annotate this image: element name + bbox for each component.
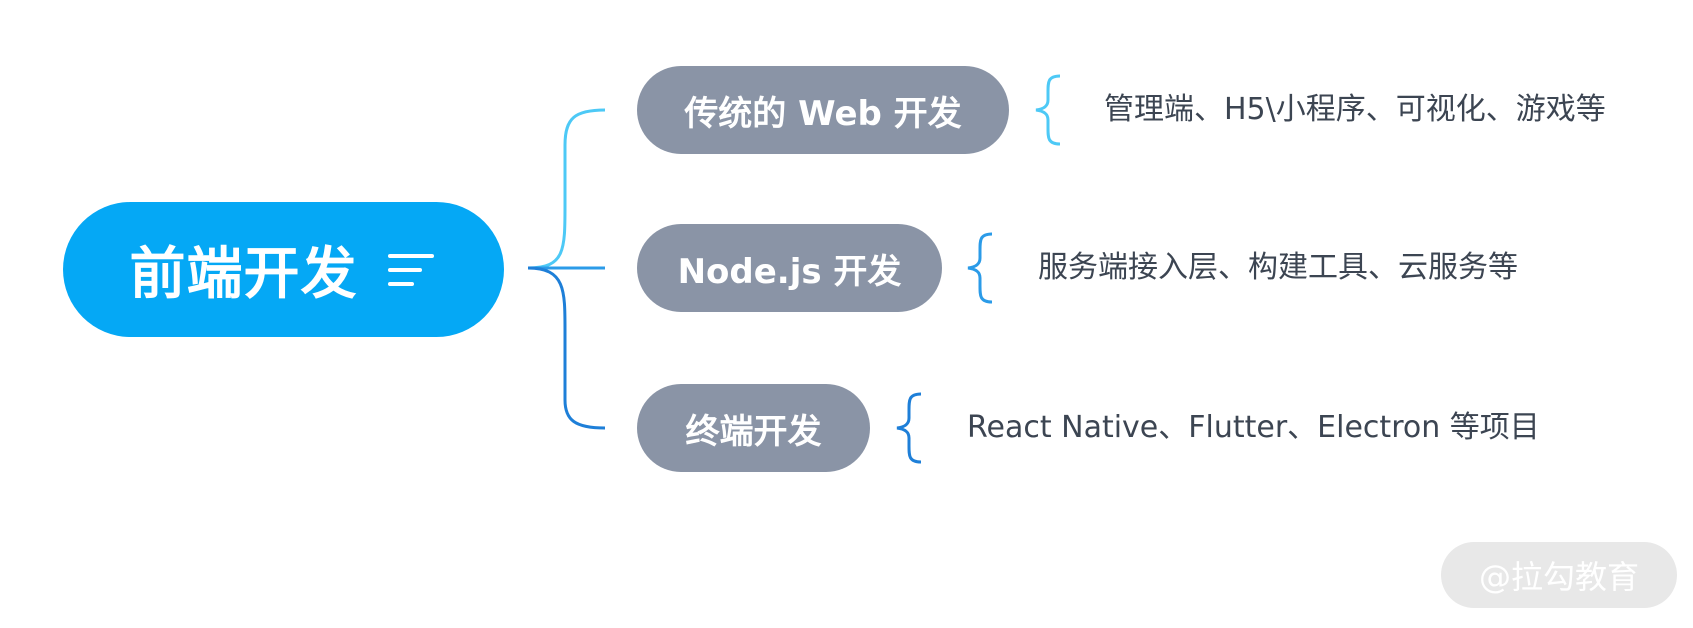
branch-node[interactable]: Node.js 开发 — [637, 224, 942, 312]
connector-line-terminal — [527, 266, 606, 430]
detail-node: 服务端接入层、构建工具、云服务等 — [1038, 250, 1518, 285]
brace-terminal — [896, 392, 922, 464]
connector-line-web — [527, 108, 606, 270]
root-title: 前端开发 — [129, 242, 358, 307]
detail-terminal: React Native、Flutter、Electron 等项目 — [967, 410, 1540, 445]
branch-terminal-label: 终端开发 — [685, 411, 822, 452]
brace-web — [1035, 74, 1061, 146]
branch-web[interactable]: 传统的 Web 开发 — [637, 66, 1009, 154]
branch-terminal[interactable]: 终端开发 — [637, 384, 870, 472]
root-node[interactable]: 前端开发 — [63, 202, 504, 337]
branch-web-label: 传统的 Web 开发 — [684, 93, 962, 134]
watermark: @拉勾教育 — [1441, 542, 1677, 608]
notes-icon[interactable] — [387, 250, 438, 290]
brace-node — [967, 232, 993, 304]
branch-node-label: Node.js 开发 — [677, 251, 902, 292]
detail-web: 管理端、H5\小程序、可视化、游戏等 — [1104, 92, 1606, 127]
